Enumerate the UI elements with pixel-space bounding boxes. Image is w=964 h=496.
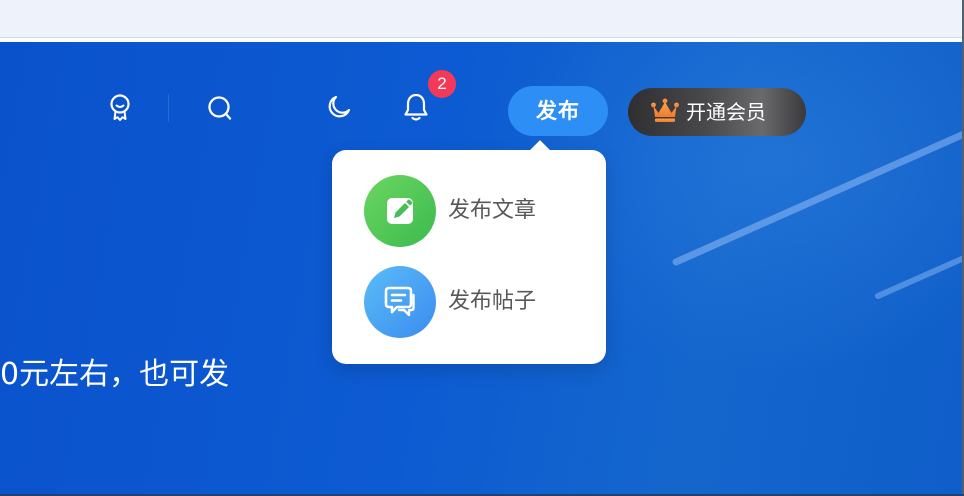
search-icon[interactable] <box>205 93 235 123</box>
bell-icon[interactable] <box>401 91 431 123</box>
menu-item-label: 发布文章 <box>448 198 537 223</box>
menu-item-publish-article[interactable]: 发布文章 <box>364 175 584 247</box>
notification-count-badge: 2 <box>428 70 456 98</box>
chat-bubbles-icon <box>364 266 436 338</box>
vip-membership-button[interactable]: 开通会员 <box>628 88 806 136</box>
menu-item-label: 发布帖子 <box>448 289 537 314</box>
crown-icon <box>651 98 679 122</box>
menu-item-publish-post[interactable]: 发布帖子 <box>364 266 584 338</box>
publish-button[interactable]: 发布 <box>508 86 608 136</box>
moon-icon[interactable] <box>324 92 354 122</box>
banner-text: 0元左右，也可发 <box>0 357 230 392</box>
edit-note-icon <box>364 175 436 247</box>
publish-menu: 发布文章 发布帖子 <box>332 150 606 364</box>
vip-label: 开通会员 <box>686 100 766 124</box>
header-separator <box>168 94 169 122</box>
award-icon[interactable] <box>107 92 133 124</box>
browser-top-bar <box>0 0 964 38</box>
